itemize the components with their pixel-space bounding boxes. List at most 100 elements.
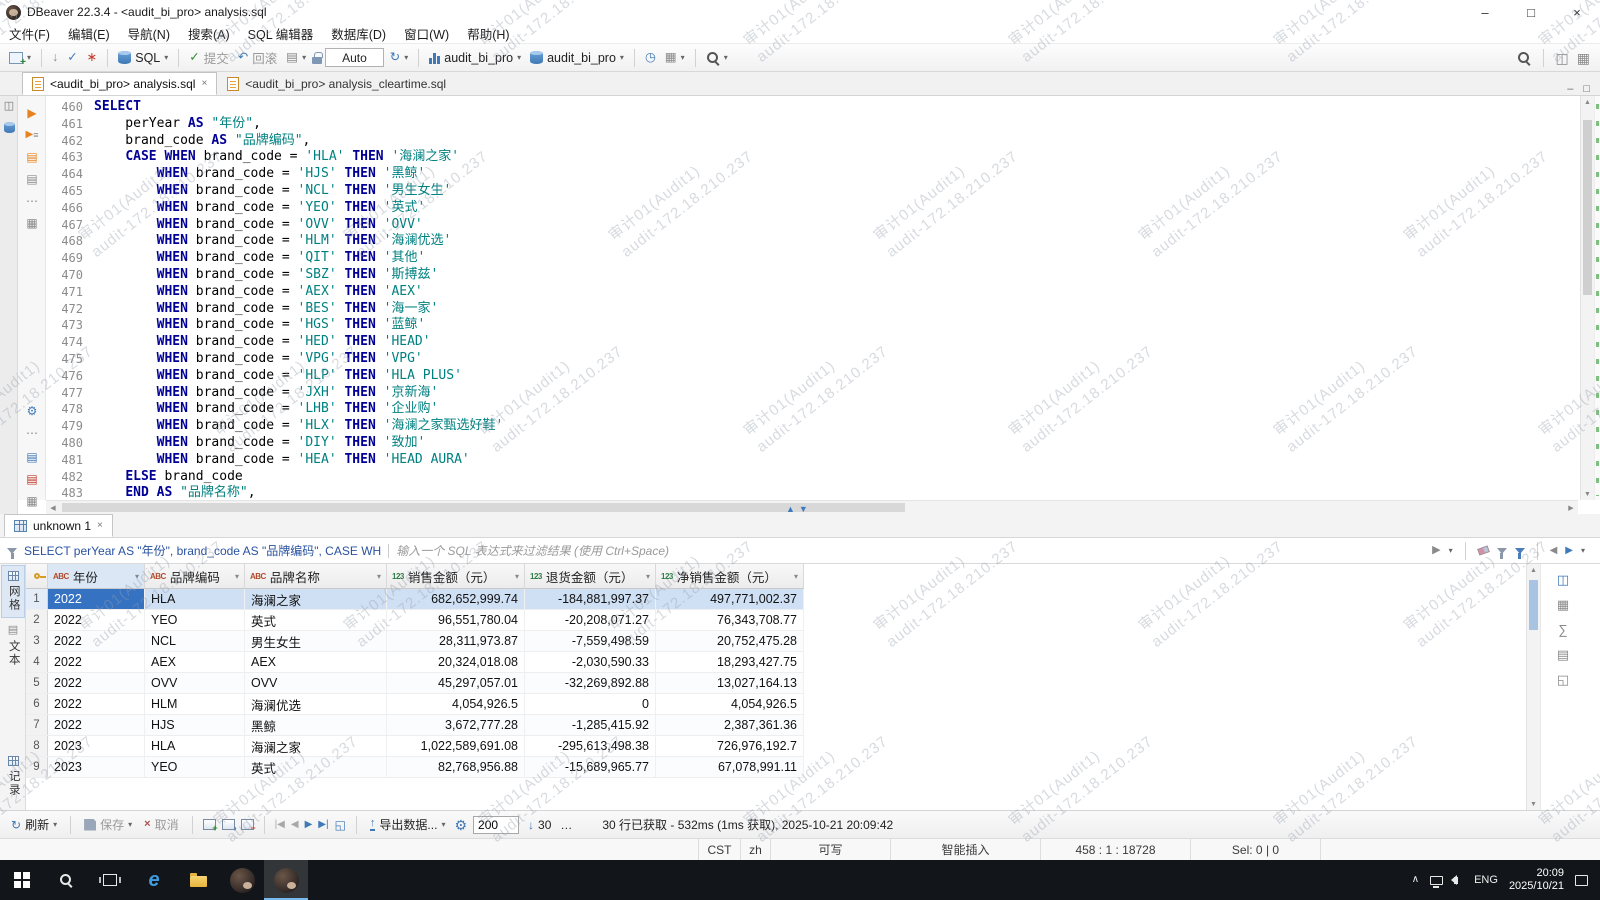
grid-cell[interactable]: 2022 xyxy=(48,610,145,630)
code-line[interactable]: WHEN brand_code = 'QIT' THEN '其他' xyxy=(94,250,1578,267)
grid-cell[interactable]: 18,293,427.75 xyxy=(656,652,804,672)
volume-icon[interactable] xyxy=(1454,876,1459,884)
more-actions-icon[interactable]: ⋯ xyxy=(23,192,41,210)
cancel-button[interactable]: × 取消 xyxy=(141,814,181,835)
grid-cell[interactable]: 497,771,002.37 xyxy=(656,589,804,609)
grid-cell[interactable]: 28,311,973.87 xyxy=(387,631,525,651)
column-header-6[interactable]: 123 净销售金额（元） ▾ xyxy=(656,564,804,588)
code-lines[interactable]: SELECT perYear AS "年份", brand_code AS "品… xyxy=(94,96,1578,500)
save-file-button[interactable]: ↓ xyxy=(49,49,61,66)
connection-selector[interactable]: audit_bi_pro ▾ xyxy=(426,49,524,67)
grid-settings-icon[interactable]: ⚙ xyxy=(454,818,467,832)
delete-row-icon[interactable] xyxy=(240,819,256,833)
chevron-down-icon[interactable]: ▾ xyxy=(53,820,57,829)
database-navigator-icon[interactable] xyxy=(2,120,16,134)
row-number[interactable]: 5 xyxy=(26,673,48,693)
menu-item-7[interactable]: 窗口(W) xyxy=(395,24,458,43)
splitter-sash[interactable]: ▲ ▼ xyxy=(786,505,808,514)
more-button[interactable]: … xyxy=(560,818,572,832)
column-header-2[interactable]: ABC 品牌编码 ▾ xyxy=(145,564,245,588)
fetch-rows-button[interactable]: ↓ 30 xyxy=(525,816,554,834)
code-line[interactable]: WHEN brand_code = 'HGS' THEN '蓝鲸' xyxy=(94,317,1578,334)
grid-cell[interactable]: 男生女生 xyxy=(245,631,387,651)
column-header-1[interactable]: ABC 年份 ▾ xyxy=(48,564,145,588)
scroll-left-icon[interactable]: ◀ xyxy=(46,501,60,514)
connect-button[interactable]: ✓ xyxy=(64,49,80,66)
duplicate-row-icon[interactable] xyxy=(221,819,237,833)
row-number[interactable]: 4 xyxy=(26,652,48,672)
grid-cell[interactable]: -32,269,892.88 xyxy=(525,673,656,693)
aggregate-panel-icon[interactable]: ∑ xyxy=(1553,619,1573,639)
grid-cell[interactable]: -2,030,590.33 xyxy=(525,652,656,672)
code-line[interactable]: WHEN brand_code = 'HLM' THEN '海澜优选' xyxy=(94,233,1578,250)
code-line[interactable]: WHEN brand_code = 'HED' THEN 'HEAD' xyxy=(94,334,1578,351)
menu-item-4[interactable]: 搜索(A) xyxy=(179,24,239,43)
grid-cell[interactable]: 2,387,361.36 xyxy=(656,715,804,735)
record-mode-toggle[interactable]: 记录 xyxy=(1,750,25,803)
perspective-grid-icon[interactable]: ▦ xyxy=(1577,51,1590,65)
explain-plan-icon[interactable]: ▤ xyxy=(23,148,41,166)
minimize-view-icon[interactable]: – xyxy=(1567,84,1573,95)
file-explorer-button[interactable] xyxy=(176,860,220,900)
grid-cell[interactable]: -184,881,997.37 xyxy=(525,589,656,609)
grid-cell[interactable]: 1,022,589,691.08 xyxy=(387,736,525,756)
scroll-up-icon[interactable]: ▲ xyxy=(1581,96,1594,108)
grid-cell[interactable]: -7,559,498.59 xyxy=(525,631,656,651)
export-file-icon[interactable]: ▤ xyxy=(23,470,41,488)
column-menu-icon[interactable]: ▾ xyxy=(515,572,519,581)
gear-icon[interactable]: ⚙ xyxy=(23,402,41,420)
column-header-4[interactable]: 123 销售金额（元） ▾ xyxy=(387,564,525,588)
results-tab-unknown1[interactable]: unknown 1 × xyxy=(4,514,113,537)
column-menu-icon[interactable]: ▾ xyxy=(135,572,139,581)
fetch-page-icon[interactable]: ◱ xyxy=(335,819,346,831)
add-row-icon[interactable] xyxy=(202,819,218,833)
minimize-button[interactable]: – xyxy=(1462,0,1508,24)
restore-panel-icon[interactable]: ◫ xyxy=(2,99,16,113)
cursor-position[interactable]: 458 : 1 : 18728 xyxy=(1040,839,1190,860)
code-line[interactable]: WHEN brand_code = 'HLP' THEN 'HLA PLUS' xyxy=(94,368,1578,385)
code-line[interactable]: WHEN brand_code = 'JXH' THEN '京新海' xyxy=(94,385,1578,402)
commit-button[interactable]: ✓ 提交 xyxy=(186,46,232,69)
search-dropdown-button[interactable]: ▾ xyxy=(703,49,731,67)
menu-item-6[interactable]: 数据库(D) xyxy=(322,24,395,43)
grid-cell[interactable]: 2022 xyxy=(48,652,145,672)
grid-cell[interactable]: HLA xyxy=(145,736,245,756)
templates-icon[interactable]: ▦ xyxy=(23,492,41,510)
dbeaver-taskbar-button-1[interactable] xyxy=(220,860,264,900)
code-line[interactable]: WHEN brand_code = 'AEX' THEN 'AEX' xyxy=(94,284,1578,301)
column-menu-icon[interactable]: ▾ xyxy=(235,572,239,581)
filter-input[interactable]: 输入一个 SQL 表达式来过滤结果 (使用 Ctrl+Space) xyxy=(396,542,669,559)
editor-vertical-scrollbar[interactable]: ▲ ▼ xyxy=(1580,96,1594,500)
row-number[interactable]: 2 xyxy=(26,610,48,630)
scrollbar-thumb[interactable] xyxy=(1583,120,1592,295)
quick-search-icon[interactable] xyxy=(1517,51,1531,65)
tray-expand-icon[interactable]: ∧ xyxy=(1412,875,1419,885)
execute-statement-icon[interactable]: ▶ xyxy=(23,104,41,122)
close-button[interactable]: × xyxy=(1554,0,1600,24)
grid-cell[interactable]: 海澜之家 xyxy=(245,736,387,756)
sash-up-icon[interactable]: ▲ xyxy=(786,505,795,514)
sql-editor-dropdown[interactable]: SQL ▾ xyxy=(115,49,171,67)
column-menu-icon[interactable]: ▾ xyxy=(646,572,650,581)
refresh-button[interactable]: ↻ 刷新 ▾ xyxy=(8,814,60,835)
code-line[interactable]: WHEN brand_code = 'HLX' THEN '海澜之家甄选好鞋' xyxy=(94,418,1578,435)
grid-cell[interactable]: 2023 xyxy=(48,736,145,756)
export-data-button[interactable]: ↑ 导出数据... ▾ xyxy=(367,814,449,835)
presentation-grid-toggle[interactable]: 网格 xyxy=(1,565,25,618)
grid-cell[interactable]: NCL xyxy=(145,631,245,651)
grid-cell[interactable]: HJS xyxy=(145,715,245,735)
clear-filter-icon[interactable] xyxy=(1476,545,1490,556)
grid-cell[interactable]: 20,752,475.28 xyxy=(656,631,804,651)
script-doc-icon[interactable]: ▤ xyxy=(23,170,41,188)
layout-button[interactable]: ▦ ▾ xyxy=(662,49,688,66)
grid-cell[interactable]: YEO xyxy=(145,610,245,630)
taskbar-search-button[interactable] xyxy=(44,860,88,900)
grid-cell[interactable]: 黑鲸 xyxy=(245,715,387,735)
code-line[interactable]: ELSE brand_code xyxy=(94,469,1578,486)
presentation-text-toggle[interactable]: ▤ 文本 xyxy=(1,619,25,673)
filter-back-icon[interactable]: ◀ xyxy=(1550,545,1558,556)
more-actions-icon[interactable]: ⋯ xyxy=(23,424,41,442)
new-connection-button[interactable]: ▾ xyxy=(6,50,34,68)
code-line[interactable]: perYear AS "年份", xyxy=(94,116,1578,133)
first-page-icon[interactable]: |◀ xyxy=(275,819,285,830)
